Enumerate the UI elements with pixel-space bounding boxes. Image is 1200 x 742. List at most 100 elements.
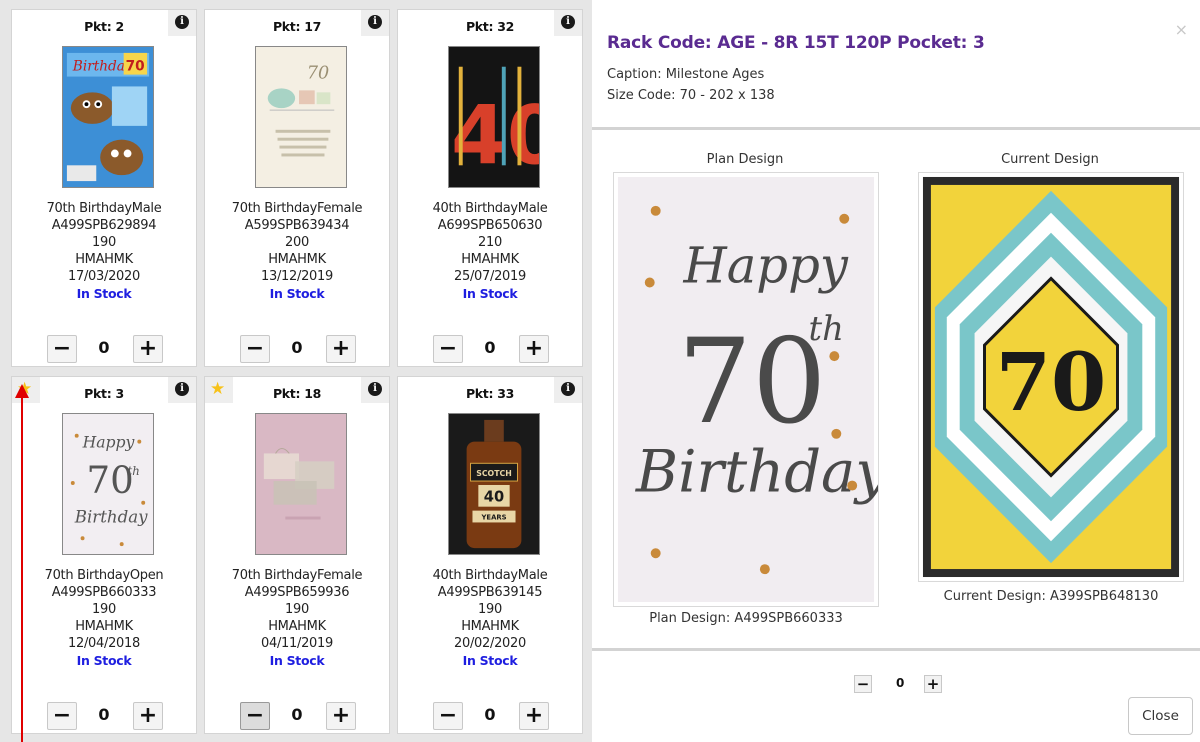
quantity-stepper: − 0 + <box>205 335 389 363</box>
current-design-image[interactable]: 70 <box>918 172 1184 582</box>
info-button[interactable]: i <box>361 377 389 403</box>
card-supplier: HMAHMK <box>75 619 133 634</box>
plus-icon: + <box>138 703 158 728</box>
plus-icon: + <box>331 336 351 361</box>
increment-button[interactable]: + <box>924 675 942 693</box>
info-icon: i <box>368 15 382 29</box>
card-code: A699SPB650630 <box>437 218 543 233</box>
plan-design-image[interactable]: Happy 70 th Birthday <box>613 172 879 607</box>
card-art-number: 70 <box>126 59 145 75</box>
quantity-stepper: − 0 + <box>12 702 196 730</box>
design-detail-modal: Rack Code: AGE - 8R 15T 120P Pocket: 3 ×… <box>592 0 1200 742</box>
increment-button[interactable]: + <box>326 335 356 363</box>
card-art-number: 40 <box>484 489 504 506</box>
card-art-number: 40 <box>451 88 539 182</box>
card-supplier: HMAHMK <box>461 252 519 267</box>
card-details: 40th BirthdayMale A699SPB650630 210 HMAH… <box>398 200 582 302</box>
info-icon: i <box>561 15 575 29</box>
plan-art-line: Happy <box>682 236 848 294</box>
plus-icon: + <box>524 336 544 361</box>
card-supplier: HMAHMK <box>268 252 326 267</box>
product-card[interactable]: Pkt: 17 i 70 70th BirthdayFemale A599SPB… <box>204 9 390 367</box>
product-card[interactable]: Pkt: 33 i SCOTCH 40 YEARS 40th BirthdayM… <box>397 376 583 734</box>
info-button[interactable]: i <box>554 377 582 403</box>
caption-text: Caption: Milestone Ages <box>607 67 765 82</box>
card-caption: 70th BirthdayMale <box>46 201 162 216</box>
plus-icon: + <box>524 703 544 728</box>
card-header: Pkt: 33 i <box>398 377 582 405</box>
card-caption: 40th BirthdayMale <box>432 568 548 583</box>
card-details: 70th BirthdayMale A499SPB629894 190 HMAH… <box>12 200 196 302</box>
info-button[interactable]: i <box>168 377 196 403</box>
stock-status: In Stock <box>462 653 518 668</box>
modal-quantity-stepper: − 0 + <box>854 675 944 697</box>
stock-status: In Stock <box>462 286 518 301</box>
card-price: 190 <box>285 602 309 617</box>
card-thumbnail[interactable] <box>255 413 347 555</box>
quantity-stepper: − 0 + <box>12 335 196 363</box>
card-thumbnail[interactable]: 70 <box>255 46 347 188</box>
card-art-label: SCOTCH <box>476 469 512 478</box>
stock-status: In Stock <box>76 286 132 301</box>
current-design-code: Current Design: A399SPB648130 <box>943 589 1159 604</box>
divider <box>592 648 1200 651</box>
card-price: 210 <box>478 235 502 250</box>
product-card[interactable]: Pkt: 32 i 40 40th BirthdayMale A699SPB65… <box>397 9 583 367</box>
card-art-line: Birthday <box>74 507 148 526</box>
size-code-text: Size Code: 70 - 202 x 138 <box>607 88 775 103</box>
info-button[interactable]: i <box>168 10 196 36</box>
quantity-value: 0 <box>484 338 496 357</box>
info-button[interactable]: i <box>361 10 389 36</box>
info-icon: i <box>175 382 189 396</box>
info-icon: i <box>561 382 575 396</box>
close-icon[interactable]: × <box>1175 20 1188 39</box>
close-button[interactable]: Close <box>1128 697 1193 735</box>
product-grid: Pkt: 2 i Birthday 70 70th BirthdayMale A… <box>0 0 592 742</box>
card-art-line: Happy <box>82 432 136 451</box>
quantity-value: 0 <box>291 705 303 724</box>
plan-design-label: Plan Design <box>706 152 784 167</box>
card-art-years: YEARS <box>480 513 506 521</box>
stock-status: In Stock <box>269 286 325 301</box>
card-header: Pkt: 2 i <box>12 10 196 38</box>
info-icon: i <box>368 382 382 396</box>
card-details: 40th BirthdayMale A499SPB639145 190 HMAH… <box>398 567 582 669</box>
current-art-number: 70 <box>996 335 1106 429</box>
plan-art-line: Birthday <box>635 437 878 505</box>
increment-button[interactable]: + <box>133 702 163 730</box>
plan-art-line: th <box>809 309 844 348</box>
increment-button[interactable]: + <box>519 335 549 363</box>
card-price: 190 <box>92 602 116 617</box>
info-button[interactable]: i <box>554 10 582 36</box>
card-caption: 40th BirthdayMale <box>432 201 548 216</box>
increment-button[interactable]: + <box>519 702 549 730</box>
product-card[interactable]: ★ Pkt: 3 i Happy 70 th Birthday 70th Bir… <box>11 376 197 734</box>
quantity-stepper: − 0 + <box>398 335 582 363</box>
card-thumbnail[interactable]: Birthday 70 <box>62 46 154 188</box>
card-thumbnail[interactable]: 40 <box>448 46 540 188</box>
product-card[interactable]: ★ Pkt: 18 i 70th BirthdayFemale A499SPB6… <box>204 376 390 734</box>
plus-icon: + <box>331 703 351 728</box>
info-icon: i <box>175 15 189 29</box>
quantity-value: 0 <box>98 338 110 357</box>
decrement-button[interactable]: − <box>854 675 872 693</box>
card-thumbnail[interactable]: SCOTCH 40 YEARS <box>448 413 540 555</box>
card-date: 20/02/2020 <box>454 636 526 651</box>
card-details: 70th BirthdayFemale A499SPB659936 190 HM… <box>205 567 389 669</box>
card-caption: 70th BirthdayOpen <box>44 568 164 583</box>
plan-design-code: Plan Design: A499SPB660333 <box>649 611 843 626</box>
card-date: 25/07/2019 <box>454 269 526 284</box>
plan-art-line: 70 <box>678 313 827 450</box>
card-date: 17/03/2020 <box>68 269 140 284</box>
increment-button[interactable]: + <box>326 702 356 730</box>
product-card[interactable]: Pkt: 2 i Birthday 70 70th BirthdayMale A… <box>11 9 197 367</box>
card-price: 200 <box>285 235 309 250</box>
card-details: 70th BirthdayFemale A599SPB639434 200 HM… <box>205 200 389 302</box>
card-supplier: HMAHMK <box>75 252 133 267</box>
card-header: Pkt: 32 i <box>398 10 582 38</box>
card-header: ★ Pkt: 18 i <box>205 377 389 405</box>
card-header: Pkt: 17 i <box>205 10 389 38</box>
card-thumbnail[interactable]: Happy 70 th Birthday <box>62 413 154 555</box>
quantity-value: 0 <box>291 338 303 357</box>
increment-button[interactable]: + <box>133 335 163 363</box>
